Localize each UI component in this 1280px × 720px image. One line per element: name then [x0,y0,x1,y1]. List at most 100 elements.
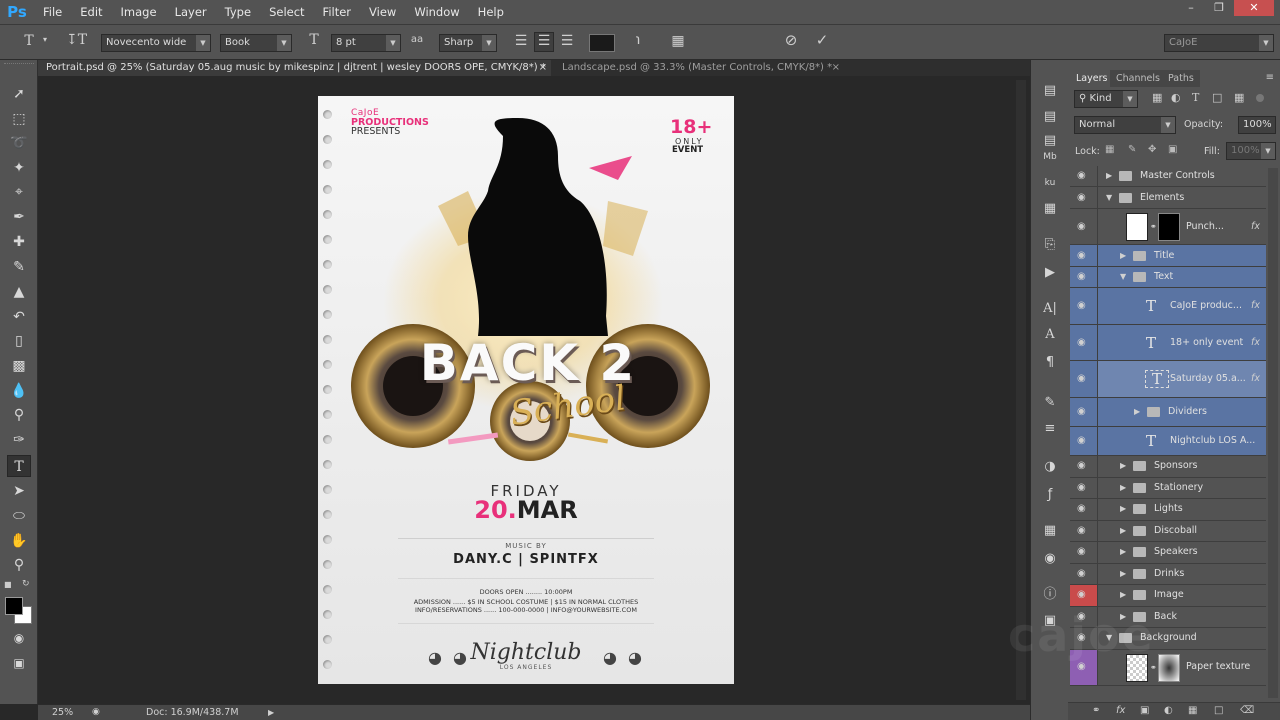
lock-position-icon[interactable]: ✥ [1148,144,1156,155]
menu-item-select[interactable]: Select [260,0,313,24]
new-group-icon[interactable]: ▦ [1188,705,1197,716]
tab-portrait[interactable]: Portrait.psd @ 25% (Saturday 05.aug musi… [38,60,551,76]
tab-layers[interactable]: Layers [1070,70,1114,87]
lock-pixels-icon[interactable]: ✎ [1128,144,1136,155]
font-size-field[interactable]: 8 pt ▼ [331,34,401,52]
blend-mode-select[interactable]: Normal ▼ [1074,116,1176,134]
brush-tool-icon[interactable]: ✎ [7,256,31,278]
photoshop-logo[interactable]: Ps [0,0,34,24]
eyedropper-tool-icon[interactable]: ✒ [7,206,31,228]
layer-row[interactable]: ◉ T Nightclub LOS A... [1070,427,1266,456]
font-style-select[interactable]: Book ▼ [220,34,292,52]
menu-item-view[interactable]: View [360,0,405,24]
info-icon[interactable]: ⓘ [1040,586,1060,604]
layer-row[interactable]: ◉ ▶ Sponsors [1070,456,1266,478]
mask-link-icon[interactable]: ⚭ [1150,222,1157,231]
screen-mode-icon[interactable]: ▣ [7,652,31,674]
new-adjustment-icon[interactable]: ◐ [1164,705,1173,716]
menu-item-window[interactable]: Window [405,0,468,24]
restore-icon[interactable]: ❐ [1206,0,1232,16]
visibility-toggle[interactable]: ◉ [1070,398,1098,426]
tool-preset-dropdown-icon[interactable]: ▾ [40,35,50,44]
quick-select-tool-icon[interactable]: ✦ [7,157,31,179]
quick-mask-icon[interactable]: ◉ [7,627,31,649]
filter-pixel-icon[interactable]: ▦ [1152,91,1162,104]
close-tab-icon[interactable]: × [832,60,840,76]
collapse-arrow-icon[interactable]: ▼ [1120,272,1126,282]
menu-item-layer[interactable]: Layer [166,0,216,24]
layer-row[interactable]: ◉ ▶ Stationery [1070,477,1266,499]
zoom-tool-icon[interactable]: ⚲ [7,554,31,576]
link-layers-icon[interactable]: ⚭ [1092,705,1100,716]
visibility-toggle[interactable]: ◉ [1070,245,1098,266]
history-brush-tool-icon[interactable]: ↶ [7,306,31,328]
pen-tool-icon[interactable]: ✑ [7,429,31,451]
crop-tool-icon[interactable]: ⌖ [7,181,31,203]
3d-icon[interactable]: ◉ [1040,550,1060,568]
type-tool-icon[interactable]: T [20,33,38,49]
type-tool-icon[interactable]: T [7,455,31,477]
lock-all-icon[interactable]: ▣ [1168,144,1177,155]
clone-stamp-tool-icon[interactable]: ▲ [7,281,31,303]
panel-grip[interactable] [4,63,34,66]
expand-arrow-icon[interactable]: ▶ [1120,526,1126,536]
menu-item-file[interactable]: File [34,0,71,24]
visibility-toggle[interactable]: ◉ [1070,288,1098,324]
canvas-scrollbar[interactable] [1016,80,1026,700]
adjustments-icon[interactable]: ▦ [1040,200,1060,218]
filter-toggle[interactable] [1256,94,1264,102]
layer-row[interactable]: ◉ ▶ Image [1070,585,1266,607]
timeline-icon[interactable]: ▦ [1040,522,1060,540]
paragraph-icon[interactable]: ¶ [1040,354,1060,372]
new-layer-icon[interactable]: □ [1214,705,1223,716]
align-left-icon[interactable]: ☰ [512,33,530,49]
filter-type-icon[interactable]: T [1192,91,1199,104]
poster-document[interactable]: CaJoE PRODUCTIONS PRESENTS 18+ ONLY EVEN… [318,96,734,684]
mini-bridge-icon[interactable]: Mb [1040,148,1060,166]
collapse-arrow-icon[interactable]: ▼ [1106,193,1112,203]
effects-icon[interactable]: ƒ [1040,486,1060,504]
expand-arrow-icon[interactable]: ▶ [1120,461,1126,471]
minimize-icon[interactable]: – [1178,0,1204,16]
swap-colors-icon[interactable]: ↻ [22,579,30,589]
foreground-color-swatch[interactable] [5,597,23,615]
status-menu-icon[interactable]: ◉ [92,705,100,720]
layer-row[interactable]: ◉ T Saturday 05.a... fx [1070,361,1266,398]
layer-effects-icon[interactable]: fx [1251,337,1260,349]
visibility-toggle[interactable]: ◉ [1070,542,1098,563]
align-right-icon[interactable]: ☰ [558,33,576,49]
healing-brush-tool-icon[interactable]: ✚ [7,231,31,253]
menu-item-image[interactable]: Image [112,0,166,24]
move-tool-icon[interactable]: ➚ [7,83,31,105]
visibility-toggle[interactable]: ◉ [1070,477,1098,498]
menu-item-edit[interactable]: Edit [71,0,111,24]
layer-row[interactable]: ◉ ▼ Text [1070,267,1266,288]
visibility-toggle[interactable]: ◉ [1070,520,1098,541]
close-tab-icon[interactable]: × [539,60,547,76]
workspace-select[interactable]: CaJoE ▼ [1164,34,1274,52]
expand-arrow-icon[interactable]: ▶ [1106,171,1112,181]
visibility-toggle[interactable]: ◉ [1070,456,1098,477]
expand-arrow-icon[interactable]: ▶ [1120,590,1126,600]
expand-arrow-icon[interactable]: ▶ [1120,504,1126,514]
gradient-tool-icon[interactable]: ▩ [7,355,31,377]
layer-row[interactable]: ◉ ▶ Drinks [1070,563,1266,585]
align-center-icon[interactable]: ☰ [534,32,554,52]
tab-paths[interactable]: Paths [1162,70,1200,87]
layer-mask-thumbnail[interactable] [1158,653,1180,682]
blur-tool-icon[interactable]: 💧 [7,380,31,402]
visibility-toggle[interactable]: ◉ [1070,585,1098,606]
text-color-swatch[interactable] [589,34,615,52]
path-select-tool-icon[interactable]: ➤ [7,480,31,502]
layer-effects-icon[interactable]: fx [1251,373,1260,385]
zoom-level[interactable]: 25% [52,705,73,720]
expand-arrow-icon[interactable]: ▶ [1120,251,1126,261]
tab-channels[interactable]: Channels [1110,70,1166,87]
layer-row[interactable]: ◉ ▶ Title [1070,245,1266,267]
character-icon[interactable]: A| [1040,300,1060,318]
add-mask-icon[interactable]: ▣ [1140,705,1149,716]
styles-icon[interactable]: ◑ [1040,458,1060,476]
default-colors-icon[interactable]: ■ [4,580,12,589]
expand-arrow-icon[interactable]: ▶ [1134,407,1140,417]
panel-menu-icon[interactable]: ≡ [1266,72,1274,83]
